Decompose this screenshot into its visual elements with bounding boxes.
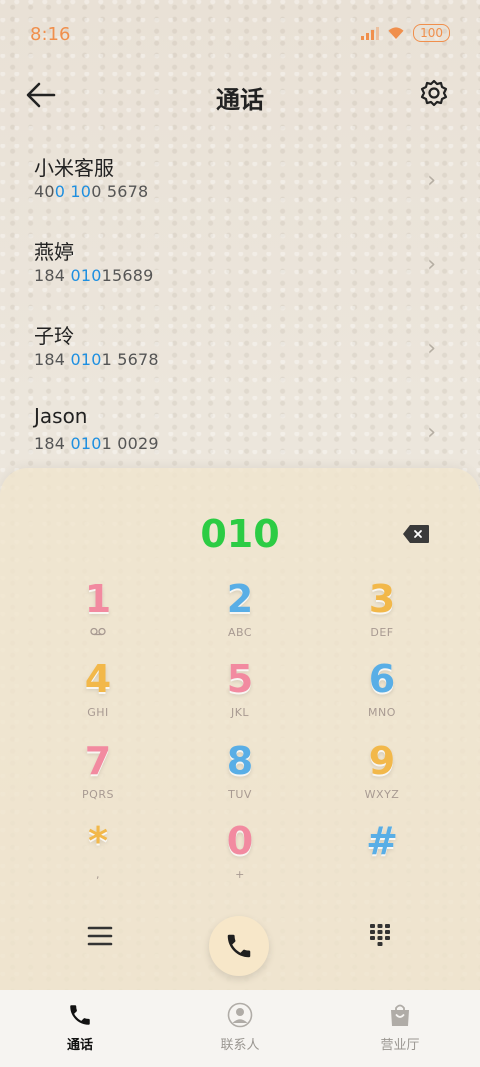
phone-icon: [70, 1005, 90, 1025]
nav-tab-store[interactable]: 营业厅: [320, 990, 480, 1067]
key-digit: 6: [368, 657, 396, 701]
dial-key-4[interactable]: 4 GHI: [28, 658, 168, 719]
dial-key-2[interactable]: 2 ABC: [170, 578, 310, 639]
contact-row[interactable]: 小米客服 400 100 5678 ›: [0, 140, 480, 224]
dialpad-panel: 010 1 2 ABC 3 DEF 4 GHI 5 JKL 6 MNO 7 PQ…: [0, 468, 480, 993]
dial-key-7[interactable]: 7 PQRS: [28, 740, 168, 801]
key-digit: 0: [226, 819, 254, 863]
signal-icon: [361, 26, 380, 40]
chevron-right-icon: ›: [427, 336, 436, 361]
person-icon: [227, 1002, 253, 1028]
chevron-right-icon: ›: [427, 252, 436, 277]
key-digit: 2: [226, 577, 254, 621]
dial-key-8[interactable]: 8 TUV: [170, 740, 310, 801]
key-letters: GHI: [87, 706, 109, 719]
dial-key-star[interactable]: * ,: [28, 820, 168, 881]
contact-name: 燕婷: [34, 240, 74, 264]
contact-row[interactable]: 燕婷 184 01015689 ›: [0, 224, 480, 308]
bottom-nav: 通话 联系人 营业厅: [0, 990, 480, 1067]
contact-results-list: 小米客服 400 100 5678 › 燕婷 184 01015689 › 子玲…: [0, 140, 480, 476]
status-icons: 100: [361, 24, 450, 42]
voicemail-icon: [28, 626, 168, 639]
key-digit: 8: [226, 739, 254, 783]
contact-number: 184 0101 0029: [34, 434, 159, 453]
key-letters: JKL: [230, 706, 250, 719]
contact-row[interactable]: 子玲 184 0101 5678 ›: [0, 308, 480, 392]
key-letters: ABC: [227, 626, 253, 639]
status-bar: 8:16 100: [0, 0, 480, 64]
contact-number: 400 100 5678: [34, 182, 149, 201]
key-letters: ,: [96, 868, 100, 881]
key-letters: WXYZ: [364, 788, 400, 801]
key-letters: TUV: [228, 788, 252, 801]
key-digit: 7: [84, 739, 112, 783]
dial-key-hash[interactable]: #: [312, 820, 452, 868]
key-letters: DEF: [370, 626, 394, 639]
key-letters: +: [235, 868, 245, 881]
nav-label: 通话: [66, 1038, 93, 1053]
contact-row[interactable]: Jason 184 0101 0029 ›: [0, 392, 480, 476]
dial-key-3[interactable]: 3 DEF: [312, 578, 452, 639]
phone-icon: [227, 934, 251, 958]
backspace-icon[interactable]: [402, 524, 430, 544]
dial-key-1[interactable]: 1: [28, 578, 168, 639]
key-digit: 3: [368, 577, 396, 621]
contact-name: 子玲: [34, 324, 74, 348]
menu-icon[interactable]: [86, 924, 114, 948]
key-digit: 1: [84, 577, 112, 621]
key-digit: 4: [84, 657, 112, 701]
contact-name: Jason: [34, 404, 88, 428]
key-digit: #: [366, 819, 398, 863]
key-digit: 9: [368, 739, 396, 783]
keypad-toggle-icon[interactable]: [368, 922, 392, 948]
key-digit: 5: [226, 657, 254, 701]
dial-key-5[interactable]: 5 JKL: [170, 658, 310, 719]
page-title: 通话: [216, 86, 264, 114]
key-letters: PQRS: [82, 788, 114, 801]
nav-tab-calls[interactable]: 通话: [0, 990, 160, 1067]
key-letters: MNO: [368, 706, 396, 719]
chevron-right-icon: ›: [427, 420, 436, 445]
contact-number: 184 01015689: [34, 266, 154, 285]
shopping-bag-icon: [391, 1004, 409, 1026]
dial-key-0[interactable]: 0 +: [170, 820, 310, 881]
dial-key-6[interactable]: 6 MNO: [312, 658, 452, 719]
status-time: 8:16: [30, 24, 71, 45]
key-digit: *: [88, 819, 108, 863]
nav-label: 联系人: [220, 1038, 260, 1053]
battery-icon: 100: [413, 24, 450, 42]
dial-key-9[interactable]: 9 WXYZ: [312, 740, 452, 801]
wifi-icon: [388, 27, 404, 39]
nav-tab-contacts[interactable]: 联系人: [160, 990, 320, 1067]
contact-number: 184 0101 5678: [34, 350, 159, 369]
chevron-right-icon: ›: [427, 168, 436, 193]
contact-name: 小米客服: [34, 156, 114, 180]
nav-label: 营业厅: [380, 1038, 420, 1053]
settings-gear-icon[interactable]: [420, 79, 448, 107]
call-button[interactable]: [209, 916, 269, 976]
